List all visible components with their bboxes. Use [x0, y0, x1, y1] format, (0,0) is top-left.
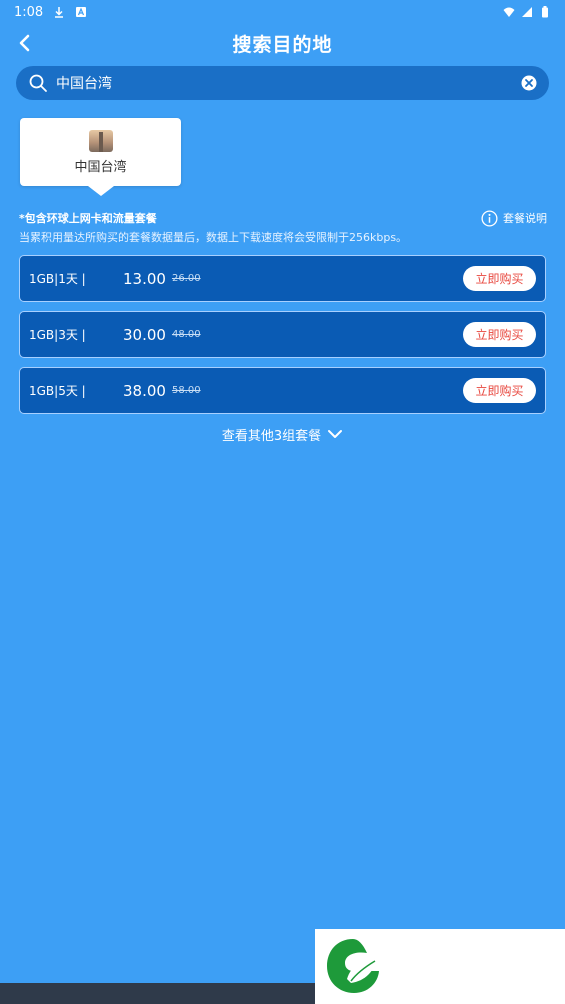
- page-title: 搜索目的地: [232, 33, 333, 56]
- leaf-logo-icon: [327, 939, 379, 993]
- more-plans-link[interactable]: 查看其他3组套餐: [0, 424, 565, 444]
- chevron-left-icon: [19, 34, 30, 52]
- buy-now-button[interactable]: 立即购买: [463, 266, 536, 291]
- notice-title: *包含环球上网卡和流量套餐: [19, 212, 157, 225]
- plan-list: 1GB|1天 | 13.00 26.00 立即购买 1GB|3天 | 30.00…: [19, 255, 546, 423]
- status-right: [503, 6, 551, 18]
- battery-icon: [542, 6, 548, 18]
- plan-help-label: 套餐说明: [503, 212, 547, 225]
- plan-row[interactable]: 1GB|3天 | 30.00 48.00 立即购买: [19, 311, 546, 358]
- buy-now-button[interactable]: 立即购买: [463, 378, 536, 403]
- app-notification-icon: [76, 7, 87, 17]
- plan-price: 13.00: [123, 269, 166, 288]
- buy-now-button[interactable]: 立即购买: [463, 322, 536, 347]
- status-left: 1:08: [14, 5, 87, 20]
- info-icon: [481, 209, 498, 227]
- download-icon: [55, 7, 64, 18]
- plan-row[interactable]: 1GB|1天 | 13.00 26.00 立即购买: [19, 255, 546, 302]
- header: 搜索目的地: [0, 24, 565, 62]
- destination-card[interactable]: 中国台湾: [20, 118, 181, 196]
- plan-label: 1GB|3天 |: [29, 328, 86, 342]
- plan-help-link[interactable]: 套餐说明: [481, 209, 547, 227]
- plan-original-price: 48.00: [171, 329, 201, 340]
- clear-icon[interactable]: [521, 75, 537, 91]
- signal-icon: [522, 7, 532, 17]
- plan-label: 1GB|5天 |: [29, 384, 86, 398]
- plan-row[interactable]: 1GB|5天 | 38.00 58.00 立即购买: [19, 367, 546, 414]
- status-bar: 1:08: [0, 0, 565, 24]
- notice-row: *包含环球上网卡和流量套餐 套餐说明: [19, 208, 547, 228]
- plan-price: 38.00: [123, 381, 166, 400]
- chevron-down-icon: [328, 430, 343, 438]
- plan-price: 30.00: [123, 325, 166, 344]
- search-input[interactable]: [56, 75, 521, 91]
- back-button[interactable]: [10, 28, 40, 58]
- watermark-logo: [315, 929, 565, 1004]
- plan-original-price: 26.00: [171, 273, 201, 284]
- destination-name: 中国台湾: [74, 159, 127, 175]
- wifi-icon: [503, 7, 515, 17]
- plan-original-price: 58.00: [171, 385, 201, 396]
- status-time: 1:08: [14, 4, 44, 20]
- search-icon: [29, 74, 47, 92]
- plan-label: 1GB|1天 |: [29, 272, 86, 286]
- destination-thumbnail: [88, 129, 113, 152]
- search-bar[interactable]: [16, 66, 549, 100]
- more-plans-label: 查看其他3组套餐: [221, 428, 322, 444]
- notice-description: 当累积用量达所购买的套餐数据量后，数据上下载速度将会受限制于256kbps。: [19, 231, 408, 244]
